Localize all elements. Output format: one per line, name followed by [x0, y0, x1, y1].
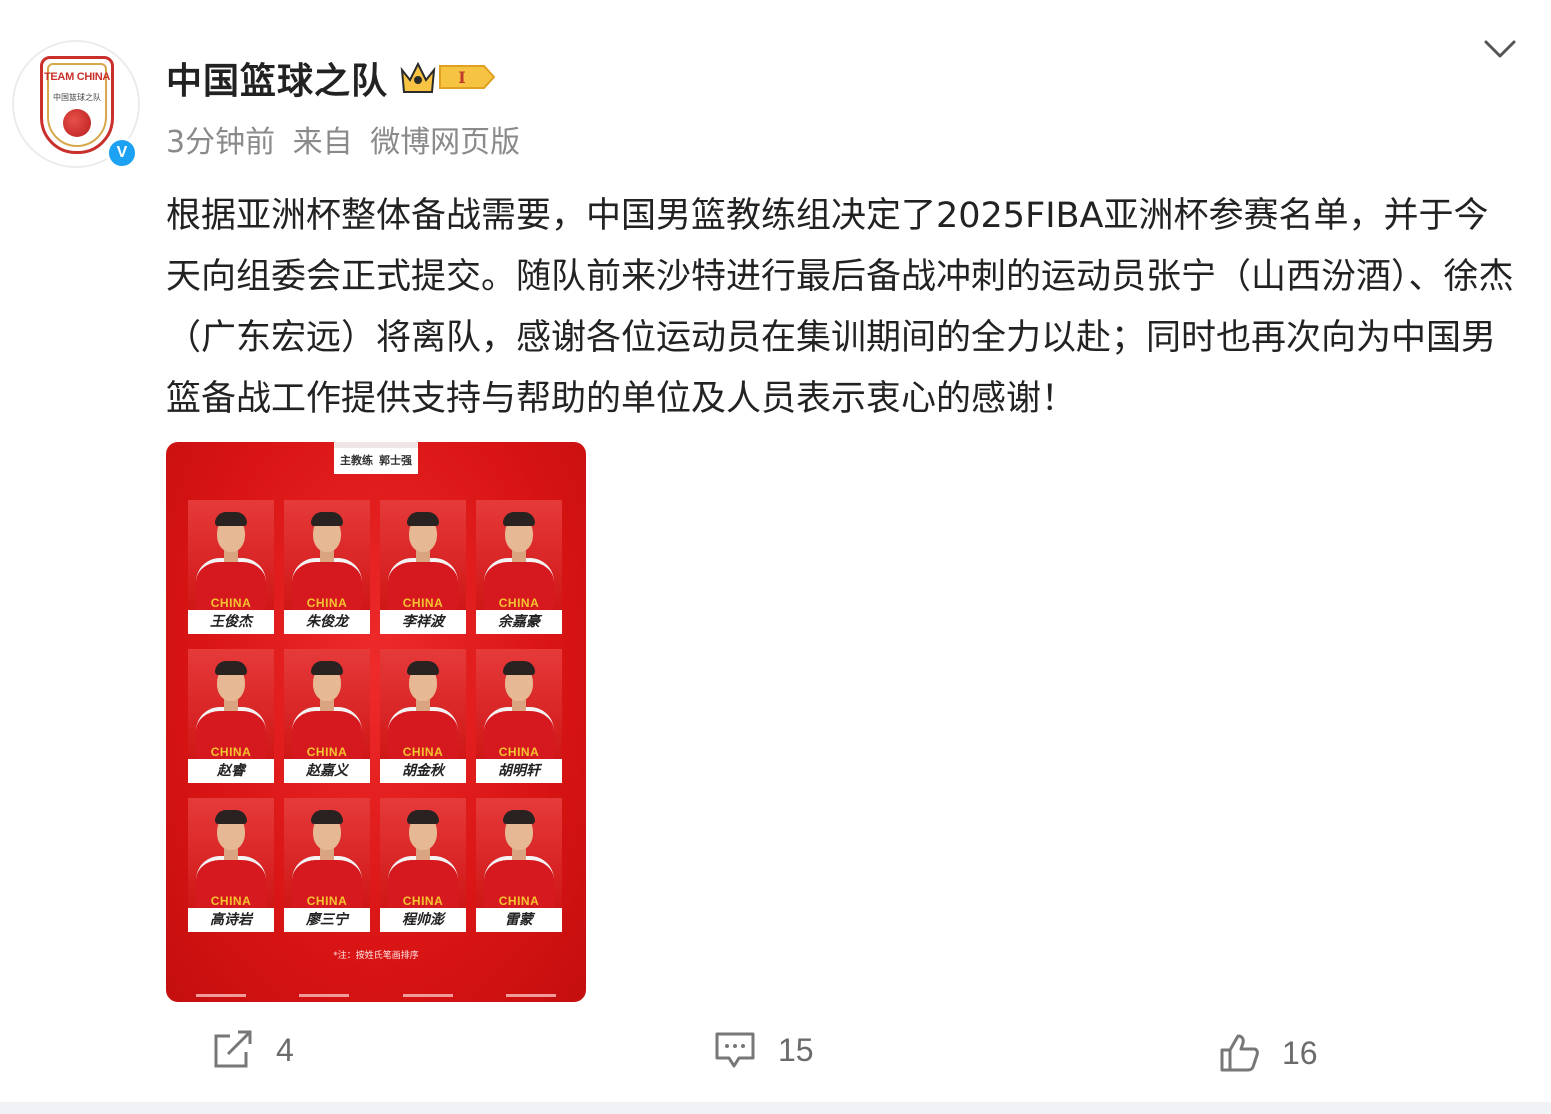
player-card: CHINA 余嘉豪 — [476, 500, 562, 634]
post-time[interactable]: 3分钟前 — [166, 125, 275, 160]
player-name: 朱俊龙 — [284, 610, 370, 634]
roster-poster-image[interactable]: 主教练 郭士强 CHINA 王俊杰 CHINA 朱俊龙 CHINA 李祥波 CHINA 余嘉豪 C… — [166, 442, 586, 1002]
comment-button[interactable]: 15 — [714, 1030, 814, 1070]
poster-footer-logos — [196, 994, 556, 998]
author-name[interactable]: 中国篮球之队 — [166, 52, 388, 104]
player-card: CHINA 高诗岩 — [188, 798, 274, 932]
jersey-text: CHINA — [498, 745, 540, 759]
player-card: CHINA 雷蒙 — [476, 798, 562, 932]
vip-level: I — [458, 68, 465, 87]
player-name: 胡明轩 — [476, 759, 562, 783]
like-button[interactable]: 16 — [1218, 1032, 1318, 1074]
player-card: CHINA 李祥波 — [380, 500, 466, 634]
like-icon — [1220, 1034, 1259, 1072]
share-count: 4 — [276, 1031, 294, 1068]
source-prefix: 来自 — [292, 125, 353, 160]
jersey-text: CHINA — [402, 745, 444, 759]
jersey-text: CHINA — [210, 894, 252, 908]
player-name: 程帅澎 — [380, 908, 466, 932]
jersey-text: CHINA — [402, 596, 444, 610]
jersey-text: CHINA — [402, 894, 444, 908]
vip-crown-badge-icon[interactable]: I — [400, 58, 498, 96]
player-card: CHINA 王俊杰 — [188, 500, 274, 634]
player-card: CHINA 程帅澎 — [380, 798, 466, 932]
post-text: 根据亚洲杯整体备战需要，中国男篮教练组决定了2025FIBA亚洲杯参赛名单，并于… — [166, 196, 1514, 419]
page-bottom-divider — [0, 1102, 1551, 1114]
comment-icon — [715, 1032, 755, 1068]
post-meta: 3分钟前 来自 微博网页版 — [166, 117, 528, 161]
poster-note: *注：按姓氏笔画排序 — [333, 951, 419, 961]
jersey-text: CHINA — [306, 894, 348, 908]
player-name: 赵嘉义 — [284, 759, 370, 783]
player-card: CHINA 胡金秋 — [380, 649, 466, 783]
player-name: 胡金秋 — [380, 759, 466, 783]
player-name: 高诗岩 — [188, 908, 274, 932]
player-name: 廖三宁 — [284, 908, 370, 932]
player-name: 余嘉豪 — [476, 610, 562, 634]
player-name: 雷蒙 — [476, 908, 562, 932]
player-name: 李祥波 — [380, 610, 466, 634]
coach-label: 主教练 郭士强 — [334, 448, 418, 474]
player-card: CHINA 胡明轩 — [476, 649, 562, 783]
logo-cn-text: 中国篮球之队 — [53, 93, 101, 102]
verified-badge-icon: V — [106, 137, 138, 169]
player-name: 王俊杰 — [188, 610, 274, 634]
share-icon — [214, 1030, 252, 1068]
player-card: CHINA 赵睿 — [188, 649, 274, 783]
coach-name: 郭士强 — [379, 454, 412, 467]
comment-count: 15 — [778, 1031, 814, 1068]
player-card: CHINA 赵嘉义 — [284, 649, 370, 783]
jersey-text: CHINA — [498, 596, 540, 610]
player-card: CHINA 廖三宁 — [284, 798, 370, 932]
coach-title: 主教练 — [340, 454, 373, 467]
share-button[interactable]: 4 — [212, 1030, 294, 1070]
team-logo: TEAM CHINA 中国篮球之队 — [40, 56, 114, 154]
jersey-text: CHINA — [498, 894, 540, 908]
jersey-text: CHINA — [306, 745, 348, 759]
player-name: 赵睿 — [188, 759, 274, 783]
like-count: 16 — [1282, 1034, 1318, 1071]
chevron-down-icon[interactable] — [1482, 36, 1518, 62]
player-card: CHINA 朱俊龙 — [284, 500, 370, 634]
dragon-ball-icon — [63, 109, 91, 137]
jersey-text: CHINA — [210, 745, 252, 759]
jersey-text: CHINA — [210, 596, 252, 610]
jersey-text: CHINA — [306, 596, 348, 610]
post-source: 微博网页版 — [370, 125, 521, 160]
logo-team-text: TEAM CHINA — [43, 71, 111, 83]
